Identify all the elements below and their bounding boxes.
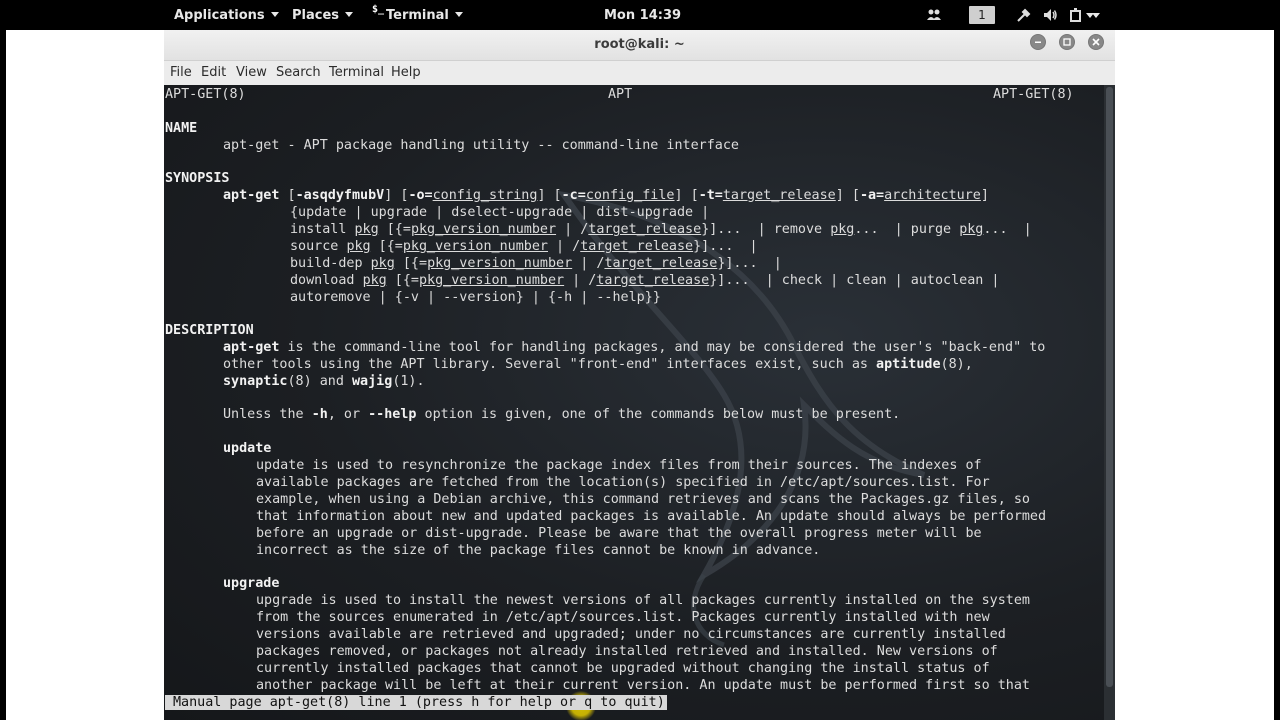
terminal-menubar: File Edit View Search Terminal Help xyxy=(164,61,1115,86)
upgrade-line: currently installed packages that cannot… xyxy=(256,661,990,676)
chevron-down-icon xyxy=(270,12,279,17)
update-line: that information about new and updated p… xyxy=(256,509,1047,524)
man-header-right: APT-GET(8) xyxy=(993,87,1074,102)
synopsis-line-4: source pkg [{=pkg_version_number | /targ… xyxy=(290,239,758,254)
description-line-1: apt-get is the command-line tool for han… xyxy=(223,340,1046,355)
menu-edit[interactable]: Edit xyxy=(201,65,226,80)
places-menu[interactable]: Places xyxy=(292,0,354,30)
terminal-app-label: Terminal xyxy=(386,8,449,23)
command-heading-upgrade: upgrade xyxy=(223,576,280,591)
menu-view[interactable]: View xyxy=(236,65,267,80)
gnome-top-bar: Applications Places $_ Terminal Mon 14:3… xyxy=(6,0,1274,30)
upgrade-line: packages removed, or packages not alread… xyxy=(256,644,998,659)
section-heading-synopsis: SYNOPSIS xyxy=(165,171,230,186)
synopsis-line-6: download pkg [{=pkg_version_number | /ta… xyxy=(290,273,1000,288)
workspace-indicator[interactable]: 1 xyxy=(969,6,995,24)
update-line: incorrect as the size of the package fil… xyxy=(256,543,821,558)
upgrade-line: upgrade is used to install the newest ve… xyxy=(256,593,1030,608)
maximize-icon xyxy=(1063,38,1071,46)
applications-label: Applications xyxy=(174,8,265,23)
synopsis-line-2: {update | upgrade | dselect-upgrade | di… xyxy=(290,205,710,220)
clock-label: Mon 14:39 xyxy=(604,8,682,23)
upgrade-line: from the sources enumerated in /etc/apt/… xyxy=(256,610,990,625)
section-heading-description: DESCRIPTION xyxy=(165,323,254,338)
video-border-right xyxy=(1274,0,1280,720)
window-title: root@kali: ~ xyxy=(594,37,685,52)
terminal-app-menu[interactable]: Terminal xyxy=(386,0,463,30)
applications-menu[interactable]: Applications xyxy=(174,0,279,30)
settings-icon[interactable] xyxy=(1016,7,1032,23)
menu-file[interactable]: File xyxy=(170,65,192,80)
close-button[interactable] xyxy=(1088,34,1104,50)
man-header-left: APT-GET(8) xyxy=(165,87,246,102)
chevron-down-icon xyxy=(345,12,354,17)
places-label: Places xyxy=(292,8,340,23)
command-heading-update: update xyxy=(223,441,272,456)
menu-terminal[interactable]: Terminal xyxy=(329,65,384,80)
synopsis-line-5: build-dep pkg [{=pkg_version_number | /t… xyxy=(290,256,782,271)
minimize-icon xyxy=(1035,41,1041,43)
menu-search[interactable]: Search xyxy=(276,65,321,80)
synopsis-line-1: apt-get [-asqdyfmubV] [-o=config_string]… xyxy=(223,188,989,203)
update-line: before an upgrade or dist-upgrade. Pleas… xyxy=(256,526,982,541)
power-icon[interactable] xyxy=(1068,7,1084,23)
terminal-app-icon: $_ xyxy=(372,4,385,15)
upgrade-line: another package will be left at their cu… xyxy=(256,678,1030,693)
window-titlebar[interactable]: root@kali: ~ xyxy=(164,30,1115,61)
people-icon[interactable] xyxy=(926,7,942,23)
description-line-2: other tools using the APT library. Sever… xyxy=(223,357,973,372)
terminal-content[interactable]: APT-GET(8) APT APT-GET(8) NAME apt-get -… xyxy=(164,85,1104,720)
menu-help[interactable]: Help xyxy=(391,65,421,80)
maximize-button[interactable] xyxy=(1059,34,1075,50)
description-line-4: Unless the -h, or --help option is given… xyxy=(223,407,901,422)
minimize-button[interactable] xyxy=(1030,34,1046,50)
synopsis-line-3: install pkg [{=pkg_version_number | /tar… xyxy=(290,222,1032,237)
scrollbar-thumb[interactable] xyxy=(1106,87,1113,687)
clock[interactable]: Mon 14:39 xyxy=(604,0,681,30)
chevron-down-icon xyxy=(454,12,463,17)
pager-status-text: Manual page apt-get(8) line 1 (press h f… xyxy=(165,695,667,710)
update-line: available packages are fetched from the … xyxy=(256,475,990,490)
volume-icon[interactable] xyxy=(1042,7,1058,23)
upgrade-line: versions available are retrieved and upg… xyxy=(256,627,1006,642)
synopsis-line-7: autoremove | {-v | --version} | {-h | --… xyxy=(290,290,661,305)
pager-status-line: Manual page apt-get(8) line 1 (press h f… xyxy=(165,694,667,711)
section-heading-name: NAME xyxy=(165,121,198,136)
terminal-scrollbar[interactable] xyxy=(1104,85,1115,720)
description-line-3: synaptic(8) and wajig(1). xyxy=(223,374,425,389)
terminal-window: root@kali: ~ File Edit View Search Termi… xyxy=(164,30,1115,720)
close-icon xyxy=(1092,38,1100,46)
system-menu-caret-icon[interactable] xyxy=(1092,13,1100,18)
man-header-center: APT xyxy=(608,87,633,102)
update-line: example, when using a Debian archive, th… xyxy=(256,492,1030,507)
name-text: apt-get - APT package handling utility -… xyxy=(223,138,739,153)
man-header: APT-GET(8) xyxy=(165,86,246,103)
update-line: update is used to resynchronize the pack… xyxy=(256,458,982,473)
video-border-left xyxy=(0,0,6,720)
